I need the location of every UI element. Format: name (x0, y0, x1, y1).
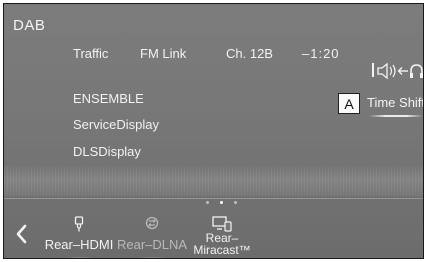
speaker-to-headphones-icon (377, 62, 423, 80)
screen-device-icon (212, 216, 232, 232)
source-title: DAB (13, 17, 46, 34)
rear-miracast-button[interactable]: Rear– Miracast™ (189, 212, 255, 258)
back-button[interactable] (12, 222, 32, 246)
dls-display-text: DLSDisplay (73, 144, 141, 159)
service-display-text: ServiceDisplay (73, 117, 159, 132)
time-shift-button[interactable]: Time Shift (367, 91, 423, 117)
time-shift-offset: –1:20 (302, 46, 340, 61)
ensemble-label: ENSEMBLE (73, 91, 144, 106)
audio-output-switch-button[interactable] (372, 60, 423, 82)
traffic-indicator: Traffic (73, 46, 109, 61)
rear-dlna-button[interactable]: Rear–DLNA (117, 212, 188, 258)
callout-marker: A (338, 93, 360, 114)
time-shift-underline (369, 115, 423, 117)
network-share-icon (145, 216, 159, 230)
page-dot (234, 201, 237, 204)
dab-radio-screen: DAB Traffic FM Link Ch. 12B –1:20 ENSEMB… (3, 3, 424, 259)
page-dot (206, 201, 209, 204)
audio-switch-bar (372, 63, 374, 77)
chevron-left-icon (16, 224, 27, 244)
page-indicator (206, 201, 266, 207)
rear-miracast-label: Rear– Miracast™ (189, 232, 255, 256)
page-dot-active (220, 201, 223, 204)
rear-dlna-label: Rear–DLNA (117, 237, 188, 252)
rear-dlna-glow (130, 257, 174, 258)
rear-hdmi-label: Rear–HDMI (44, 237, 114, 252)
usb-plug-icon (74, 216, 84, 232)
rear-miracast-label-line2: Miracast™ (193, 243, 251, 257)
rear-hdmi-glow (57, 257, 101, 258)
rear-hdmi-button[interactable]: Rear–HDMI (41, 212, 117, 258)
dock-divider (4, 198, 423, 199)
time-shift-label: Time Shift (367, 95, 424, 110)
channel-label: Ch. 12B (226, 46, 273, 61)
decorative-wave-band (4, 166, 423, 196)
fm-link-indicator: FM Link (140, 46, 187, 61)
